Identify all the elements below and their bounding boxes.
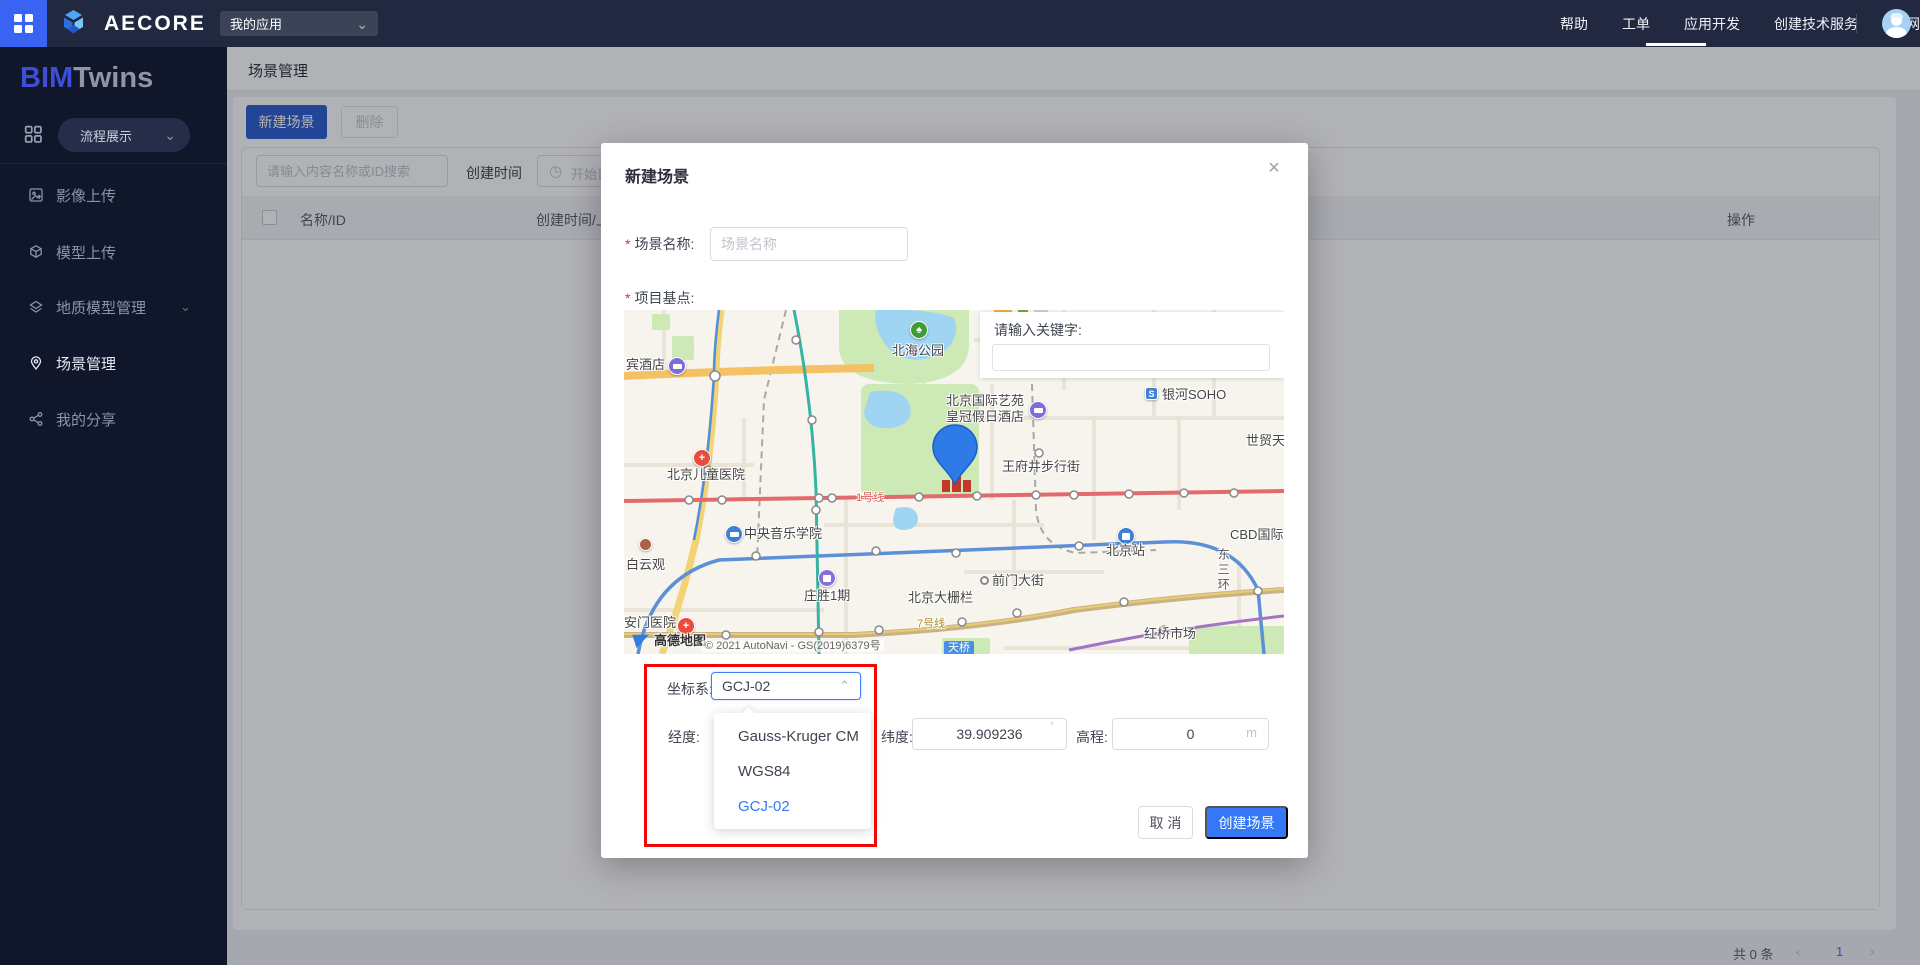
option-wgs84[interactable]: WGS84 — [714, 754, 871, 789]
nav-tech-service[interactable]: 创建技术服务 — [1774, 14, 1858, 34]
nav-help[interactable]: 帮助 — [1560, 14, 1588, 34]
coord-system-value: GCJ-02 — [722, 678, 770, 694]
shopping-icon — [818, 569, 836, 587]
scene-name-label: *场景名称: — [625, 234, 694, 254]
coord-system-select[interactable]: GCJ-02 ⌃ — [711, 672, 861, 700]
screen: AECORE 我的应用 ⌄ 帮助 工单 应用开发 创建技术服务 官网 BIMTw… — [0, 0, 1920, 965]
altitude-field: m — [1112, 718, 1269, 750]
latitude-input[interactable] — [912, 718, 1067, 750]
user-avatar[interactable] — [1882, 9, 1911, 38]
sidebar-item-image-upload[interactable]: 影像上传 — [0, 175, 227, 215]
keyword-input[interactable] — [992, 344, 1270, 371]
process-display-select[interactable]: 流程展示 ⌄ — [58, 118, 190, 152]
altitude-label: 高程: — [1076, 727, 1108, 747]
map-label-metro-7: 7号线 — [917, 618, 945, 630]
sidebar-item-scene-management[interactable]: 场景管理 — [0, 343, 227, 383]
required-mark: * — [625, 236, 630, 252]
top-bar: AECORE 我的应用 ⌄ 帮助 工单 应用开发 创建技术服务 官网 — [0, 0, 1920, 47]
location-pin-icon — [27, 354, 45, 372]
top-nav: 帮助 工单 应用开发 创建技术服务 官网 — [1560, 0, 1920, 47]
latitude-field: ° — [912, 718, 1067, 750]
sidebar-item-model-upload[interactable]: 模型上传 — [0, 232, 227, 272]
sidebar-item-geo-model[interactable]: 地质模型管理 ⌄ — [0, 287, 227, 327]
latitude-label: 纬度: — [881, 727, 913, 747]
option-gauss-kruger[interactable]: Gauss-Kruger CM — [714, 719, 871, 754]
workspace-select[interactable]: 我的应用 ⌄ — [220, 11, 378, 36]
map-copyright: © 2021 AutoNavi - GS(2019)6379号 — [702, 640, 884, 652]
hotel-icon — [1029, 401, 1047, 419]
coord-options-dropdown: Gauss-Kruger CM WGS84 GCJ-02 — [714, 713, 871, 829]
map-label: 北京儿童医院 — [667, 468, 745, 482]
hotel-icon — [668, 357, 686, 375]
cancel-button[interactable]: 取 消 — [1138, 806, 1193, 839]
map-label: 北京国际艺苑 — [946, 394, 1024, 408]
avatar-person-icon — [1886, 27, 1907, 38]
map-label: 银河SOHO — [1162, 388, 1226, 402]
park-icon: ♠ — [910, 321, 928, 339]
chevron-down-icon: ⌄ — [356, 19, 368, 29]
sidebar-item-my-shares[interactable]: 我的分享 — [0, 399, 227, 439]
map-keyword-panel: 请输入关键字: — [980, 312, 1284, 378]
chevron-down-icon: ⌄ — [180, 302, 191, 312]
map-label: CBD国际 — [1230, 528, 1283, 542]
map-label-metro-1: 1号线 — [856, 492, 884, 504]
coord-system-label: 坐标系: — [667, 679, 713, 699]
topbar-divider — [1856, 14, 1857, 33]
create-scene-button[interactable]: 创建场景 — [1205, 806, 1288, 839]
map-label: 安门医院 — [624, 616, 676, 630]
close-icon[interactable]: × — [1259, 153, 1289, 183]
app-grid-icon — [14, 14, 33, 33]
map-label: 北京站 — [1106, 544, 1145, 558]
map-label: 世贸天阶 — [1246, 434, 1284, 448]
share-icon — [27, 410, 45, 428]
sidebar: BIMTwins 流程展示 ⌄ 影像上传 模型上传 — [0, 47, 227, 965]
base-point-label: *项目基点: — [625, 288, 694, 308]
map-label: 中央音乐学院 — [744, 527, 822, 541]
chevron-up-icon: ⌃ — [839, 682, 850, 690]
map-label: 前门大街 — [992, 574, 1044, 588]
hospital-cross-icon: + — [693, 449, 711, 467]
option-gcj02[interactable]: GCJ-02 — [714, 789, 871, 824]
map-label: 宾酒店 — [626, 358, 665, 372]
map-label: 白云观 — [626, 558, 665, 572]
soho-building-icon: S — [1145, 387, 1158, 400]
map-label: 北京大栅栏 — [908, 591, 973, 605]
bimtwins-logo: BIMTwins — [20, 62, 153, 95]
app-launcher-button[interactable] — [0, 0, 47, 47]
map-label-station-box: 天桥 — [944, 641, 974, 654]
grid-icon — [22, 123, 44, 150]
map-label: 红桥市场 — [1144, 627, 1196, 641]
layers-icon — [27, 298, 45, 316]
map-label: 东三环 — [1216, 548, 1229, 593]
nav-workorder[interactable]: 工单 — [1622, 14, 1650, 34]
street-dot-icon — [980, 576, 989, 585]
temple-icon — [639, 538, 652, 551]
modal-title: 新建场景 — [625, 163, 689, 187]
scene-name-input[interactable] — [710, 227, 908, 261]
keyword-label: 请输入关键字: — [994, 320, 1082, 340]
new-scene-modal: 新建场景 × *场景名称: *项目基点: — [601, 143, 1308, 858]
required-mark: * — [625, 290, 630, 306]
model-upload-icon — [27, 243, 45, 261]
dropdown-notch — [742, 707, 755, 720]
workspace-select-value: 我的应用 — [230, 14, 282, 33]
map-label: 庄胜1期 — [804, 589, 850, 603]
process-row: 流程展示 ⌄ — [0, 118, 227, 152]
amap-logo-text: 高德地图 — [654, 634, 706, 648]
image-upload-icon — [27, 186, 45, 204]
sidebar-divider — [0, 163, 227, 164]
active-nav-underline — [1646, 43, 1706, 46]
chevron-down-icon: ⌄ — [164, 130, 176, 140]
map-label: 北海公园 — [892, 344, 944, 358]
altitude-input[interactable] — [1112, 718, 1269, 750]
music-school-icon — [725, 525, 743, 543]
nav-app-dev[interactable]: 应用开发 — [1684, 14, 1740, 34]
map-label: 皇冠假日酒店 — [946, 410, 1024, 424]
map-label: 王府井步行街 — [1002, 460, 1080, 474]
longitude-label: 经度: — [668, 727, 700, 747]
aecore-logo-icon — [58, 8, 89, 44]
product-name: AECORE — [104, 12, 206, 36]
base-point-map[interactable]: ♠ S + + 宾酒店 北海公园 北京国际艺苑 皇冠假日酒店 王府井步行街 银河… — [624, 310, 1284, 654]
